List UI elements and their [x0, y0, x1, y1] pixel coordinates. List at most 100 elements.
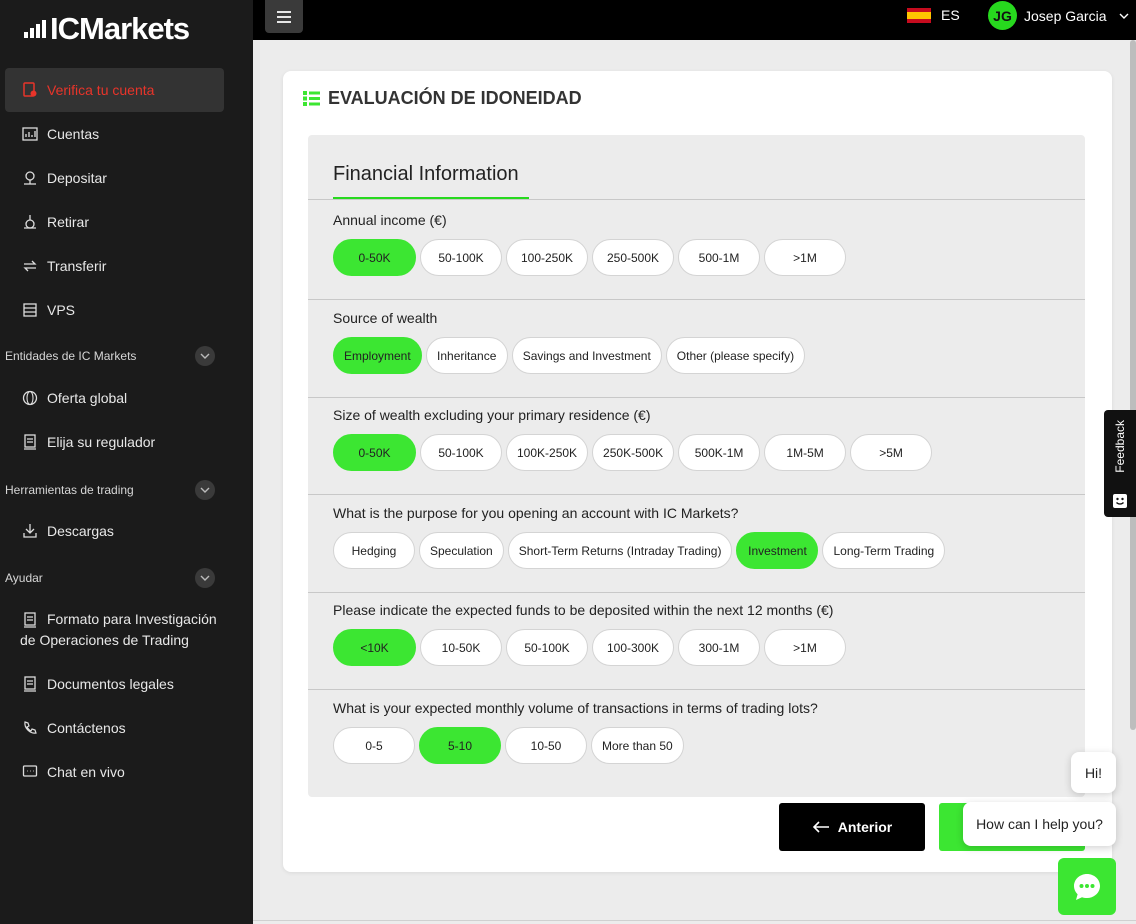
- option-button[interactable]: Long-Term Trading: [822, 532, 946, 569]
- divider: [308, 494, 1085, 495]
- logo-text: ICMarkets: [50, 11, 190, 46]
- phone-icon: [20, 718, 40, 738]
- option-button[interactable]: >1M: [764, 629, 846, 666]
- option-button[interactable]: 1M-5M: [764, 434, 847, 471]
- option-button[interactable]: 250K-500K: [592, 434, 675, 471]
- sidebar-item-regulator[interactable]: Elija su regulador: [5, 420, 224, 464]
- option-button[interactable]: 10-50K: [420, 629, 502, 666]
- option-button[interactable]: Speculation: [419, 532, 504, 569]
- menu-toggle-button[interactable]: [265, 0, 303, 33]
- divider: [253, 920, 1136, 921]
- option-button[interactable]: 50-100K: [420, 434, 502, 471]
- chevron-down-icon[interactable]: [195, 568, 215, 588]
- option-button[interactable]: 50-100K: [420, 239, 502, 276]
- sidebar-item-deposit[interactable]: Depositar: [5, 156, 224, 200]
- sidebar-item-vps[interactable]: VPS: [5, 288, 224, 332]
- chart-icon: [20, 124, 40, 144]
- chat-launcher-button[interactable]: [1058, 858, 1116, 915]
- option-button[interactable]: Hedging: [333, 532, 415, 569]
- option-button[interactable]: <10K: [333, 629, 416, 666]
- sidebar-item-label: Oferta global: [47, 390, 128, 406]
- option-button[interactable]: Other (please specify): [665, 337, 806, 374]
- divider: [308, 397, 1085, 398]
- language-selector[interactable]: ES: [907, 7, 960, 23]
- section-label: Ayudar: [5, 571, 43, 585]
- smiley-icon: [1113, 494, 1127, 508]
- section-label: Herramientas de trading: [5, 483, 134, 497]
- section-entities[interactable]: Entidades de IC Markets: [5, 345, 215, 367]
- section-tools[interactable]: Herramientas de trading: [5, 479, 215, 501]
- option-button[interactable]: 250-500K: [592, 239, 674, 276]
- option-button[interactable]: 0-50K: [333, 434, 416, 471]
- question-label: Annual income (€): [333, 212, 447, 228]
- chat-icon: [20, 762, 40, 782]
- option-button[interactable]: 100-250K: [506, 239, 588, 276]
- chevron-down-icon[interactable]: [195, 346, 215, 366]
- chat-bubble-icon: [1074, 873, 1100, 900]
- suitability-card: EVALUACIÓN DE IDONEIDAD Financial Inform…: [283, 71, 1112, 872]
- option-button[interactable]: 10-50: [505, 727, 587, 764]
- sidebar-item-downloads[interactable]: Descargas: [5, 509, 224, 553]
- divider: [308, 199, 1085, 200]
- sidebar-item-label: Documentos legales: [47, 676, 174, 692]
- feedback-tab[interactable]: Feedback: [1104, 410, 1136, 517]
- option-button[interactable]: More than 50: [591, 727, 684, 764]
- list-icon: [303, 91, 320, 106]
- divider: [308, 689, 1085, 690]
- sidebar-item-contact[interactable]: Contáctenos: [5, 706, 224, 750]
- question-label: What is your expected monthly volume of …: [333, 700, 818, 716]
- chat-greeting-text: Hi!: [1084, 764, 1103, 781]
- sidebar-item-label: Verifica tu cuenta: [47, 82, 155, 98]
- sidebar-item-accounts[interactable]: Cuentas: [5, 112, 224, 156]
- option-group: Employment Inheritance Savings and Investm…: [333, 337, 806, 374]
- sidebar-item-label: Descargas: [47, 523, 114, 539]
- sidebar-item-label: Retirar: [47, 214, 90, 230]
- sidebar-item-verify[interactable]: Verifica tu cuenta: [5, 68, 224, 112]
- previous-button[interactable]: Anterior: [779, 803, 925, 851]
- sidebar-item-transfer[interactable]: Transferir: [5, 244, 224, 288]
- divider: [308, 299, 1085, 300]
- document-icon: [20, 674, 40, 694]
- sidebar-item-live-chat[interactable]: Chat en vivo: [5, 750, 224, 794]
- option-button[interactable]: 300-1M: [678, 629, 760, 666]
- sidebar-item-legal-docs[interactable]: Documentos legales: [5, 662, 224, 706]
- option-button[interactable]: Inheritance: [425, 337, 508, 374]
- option-button[interactable]: 0-5: [333, 727, 415, 764]
- option-button[interactable]: Employment: [333, 337, 422, 374]
- sidebar-item-withdraw[interactable]: Retirar: [5, 200, 224, 244]
- globe-icon: [20, 388, 40, 408]
- option-button[interactable]: >1M: [764, 239, 846, 276]
- chevron-down-icon[interactable]: [195, 480, 215, 500]
- option-button[interactable]: 5-10: [419, 727, 501, 764]
- option-group: 0-50K 50-100K 100-250K 250-500K 500-1M >1M: [333, 239, 846, 276]
- deposit-icon: [20, 168, 40, 188]
- withdraw-icon: [20, 212, 40, 232]
- sidebar-item-label: Contáctenos: [47, 720, 126, 736]
- option-button[interactable]: Savings and Investment: [511, 337, 662, 374]
- brand-logo[interactable]: ICMarkets: [24, 11, 190, 46]
- top-bar: ES JG Josep Garcia: [253, 0, 1136, 40]
- option-button[interactable]: 50-100K: [506, 629, 588, 666]
- user-menu[interactable]: JG Josep Garcia: [988, 1, 1129, 30]
- financial-information-panel: Financial Information Annual income (€) 0…: [308, 135, 1085, 797]
- option-button[interactable]: Short-Term Returns (Intraday Trading): [507, 532, 733, 569]
- option-button[interactable]: 500-1M: [678, 239, 760, 276]
- chat-greeting-bubble[interactable]: Hi!: [1071, 752, 1116, 793]
- option-button[interactable]: Investment: [736, 532, 819, 569]
- option-button[interactable]: 0-50K: [333, 239, 416, 276]
- sidebar-item-label: Chat en vivo: [47, 764, 125, 780]
- page-scrollbar[interactable]: [1130, 40, 1136, 730]
- option-button[interactable]: 500K-1M: [678, 434, 761, 471]
- option-button[interactable]: >5M: [850, 434, 933, 471]
- language-code: ES: [941, 7, 960, 23]
- sidebar-item-global-offer[interactable]: Oferta global: [5, 376, 224, 420]
- user-name: Josep Garcia: [1024, 7, 1107, 24]
- sidebar-item-label: Depositar: [47, 170, 107, 186]
- section-help[interactable]: Ayudar: [5, 567, 215, 589]
- sidebar-item-investigation-form[interactable]: Formato para Investigación de Operacione…: [5, 598, 224, 654]
- question-label: Source of wealth: [333, 310, 438, 326]
- option-button[interactable]: 100K-250K: [506, 434, 589, 471]
- option-button[interactable]: 100-300K: [592, 629, 674, 666]
- chat-prompt-bubble[interactable]: How can I help you?: [963, 802, 1116, 846]
- question-label: Please indicate the expected funds to be…: [333, 602, 834, 618]
